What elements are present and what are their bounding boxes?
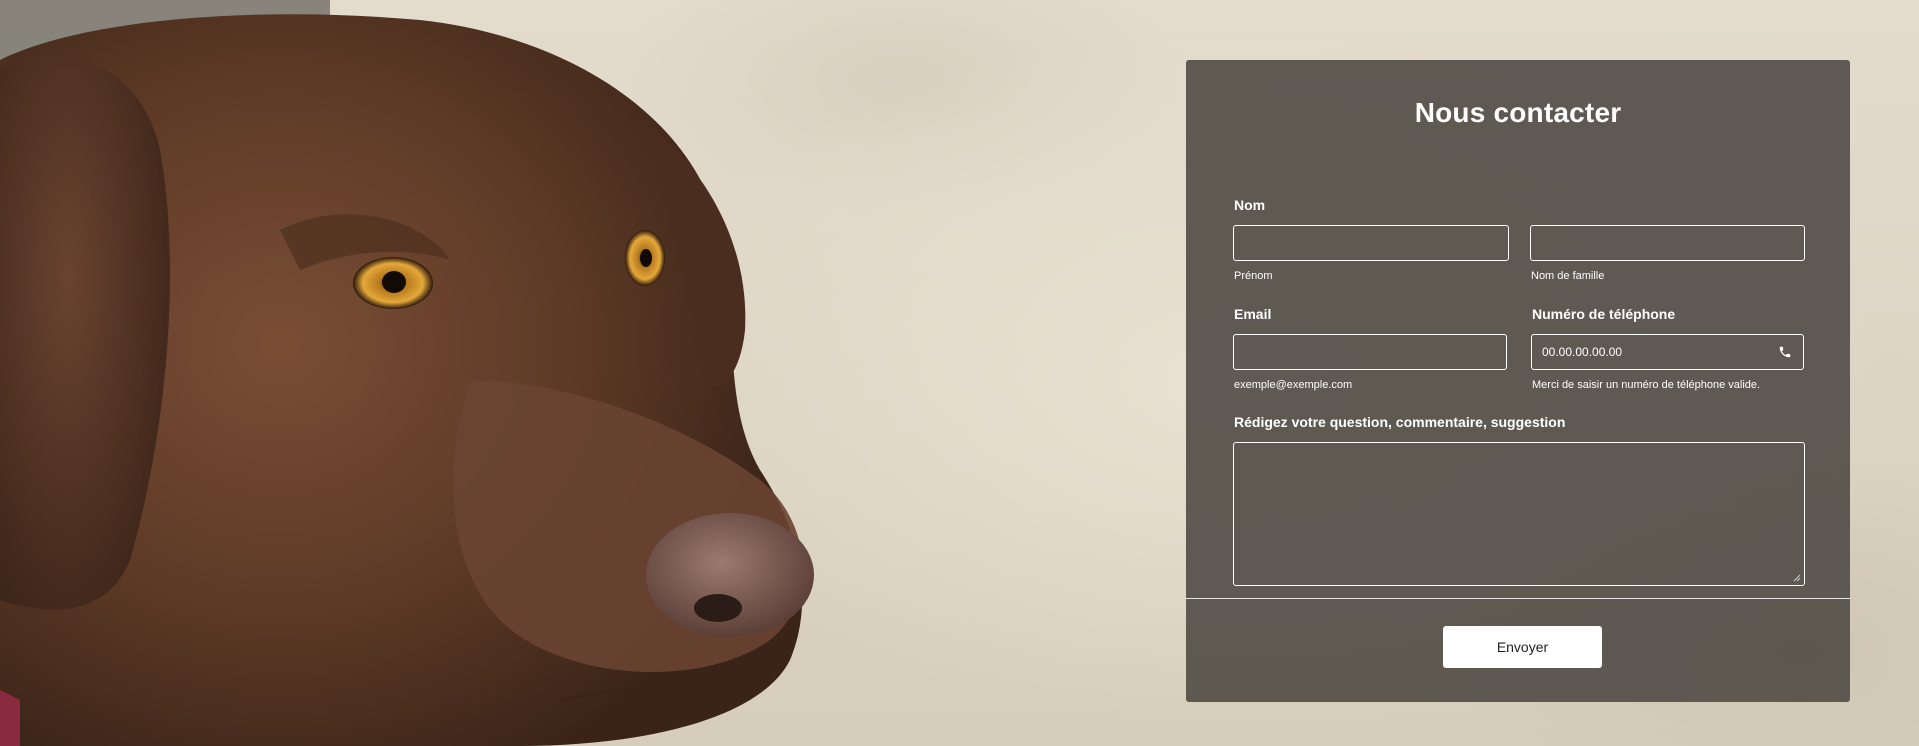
contact-form-card: Nous contacter Nom Prénom Nom de famille… (1186, 60, 1850, 702)
form-divider (1186, 598, 1850, 599)
last-name-input[interactable] (1530, 225, 1805, 261)
submit-button[interactable]: Envoyer (1443, 626, 1602, 668)
first-name-hint: Prénom (1234, 270, 1273, 282)
form-title: Nous contacter (1414, 97, 1622, 128)
last-name-hint: Nom de famille (1531, 270, 1605, 282)
first-name-input[interactable] (1233, 225, 1509, 261)
message-label: Rédigez votre question, commentaire, sug… (1234, 414, 1566, 430)
email-hint: exemple@exemple.com (1234, 379, 1353, 391)
message-textarea[interactable] (1233, 442, 1805, 586)
phone-hint: Merci de saisir un numéro de téléphone v… (1532, 379, 1761, 391)
phone-label: Numéro de téléphone (1532, 306, 1676, 322)
resize-grip-icon[interactable] (1793, 574, 1801, 582)
email-input[interactable] (1233, 334, 1507, 370)
email-label: Email (1234, 306, 1272, 322)
phone-icon (1779, 346, 1791, 358)
phone-input[interactable] (1531, 334, 1804, 370)
phone-field-wrapper (1531, 334, 1804, 370)
name-label: Nom (1234, 197, 1266, 213)
message-field-wrapper (1233, 442, 1805, 586)
